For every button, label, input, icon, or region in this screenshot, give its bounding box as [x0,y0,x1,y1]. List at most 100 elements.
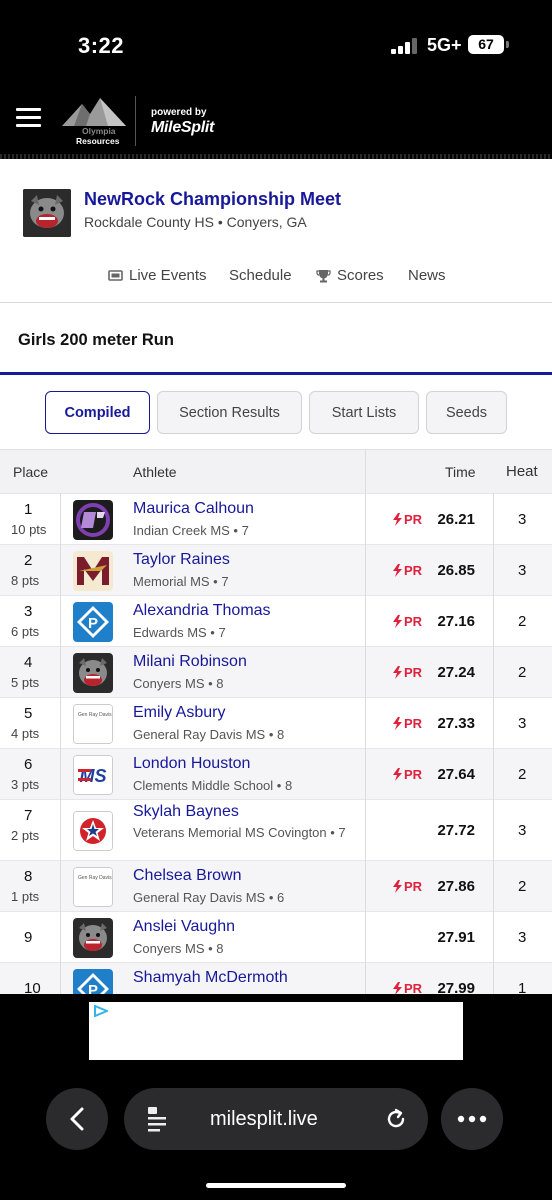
ad-choices-icon[interactable] [94,1005,108,1017]
tab-section-results[interactable]: Section Results [157,391,302,434]
lightning-icon [393,982,402,994]
ad-area [0,994,552,1066]
header-place: Place [13,464,49,480]
athlete-school: General Ray Davis MS • 8 [133,727,285,742]
athlete-name[interactable]: London Houston [133,755,250,773]
nav-scores-label: Scores [337,267,384,284]
team-points: 4 pts [11,726,40,741]
indian-creek-logo[interactable] [73,500,113,540]
clements-logo[interactable]: MS [73,755,113,795]
conyers-logo[interactable] [73,653,113,693]
team-points: 5 pts [11,675,40,690]
battery-icon: 67 [468,35,504,54]
more-icon [457,1115,487,1123]
athlete-name[interactable]: Alexandria Thomas [133,602,271,620]
table-row[interactable]: 3 6 pts P Alexandria Thomas Edwards MS • 7 PR… [0,595,552,646]
result-time: 26.21 [437,511,475,528]
tab-seeds[interactable]: Seeds [426,391,507,434]
athlete-name[interactable]: Emily Asbury [133,704,225,722]
back-button[interactable] [46,1088,108,1150]
meet-title[interactable]: NewRock Championship Meet [84,189,341,210]
memorial-logo[interactable] [73,551,113,591]
athlete-name[interactable]: Milani Robinson [133,653,247,671]
general-ray-davis-logo[interactable]: Gen Ray Davis [73,704,113,744]
table-row[interactable]: 10PShamyah McDermothEdwards MS • 7PR27.9… [0,962,552,994]
pr-badge: PR [392,563,422,578]
table-row[interactable]: 8 1 pts Gen Ray Davis Chelsea Brown General … [0,860,552,911]
lightning-icon [393,666,402,679]
heat-number: 3 [518,511,527,528]
pr-label: PR [404,767,423,782]
bulldog-icon [23,189,71,237]
trophy-icon [316,269,331,282]
place-number: 6 [24,756,33,773]
pr-badge: PR [392,981,422,994]
team-points: 3 pts [11,777,40,792]
athlete-school: Veterans Memorial MS Covington • 7 [133,825,346,840]
column-divider [60,493,61,994]
edwards-logo[interactable]: P [73,602,113,642]
tab-start-lists[interactable]: Start Lists [309,391,419,434]
event-title-underline [0,372,552,375]
table-row[interactable]: 7 2 pts Skylah Baynes Veterans Memorial MS … [0,799,552,860]
column-divider [493,493,494,994]
live-events-icon [108,269,123,281]
svg-text:P: P [88,982,98,994]
site-header: Olympia Resources powered by MileSplit [0,92,552,154]
meet-logo[interactable] [23,189,71,237]
pr-label: PR [404,512,423,527]
nav-live-events[interactable]: Live Events [108,267,207,284]
result-time: 27.99 [437,980,475,994]
reload-icon[interactable] [384,1107,408,1131]
nav-scores[interactable]: Scores [316,267,384,284]
place-number: 7 [24,807,33,824]
menu-icon[interactable] [16,108,41,128]
result-time: 27.86 [437,878,475,895]
pr-label: PR [404,716,423,731]
nav-news[interactable]: News [408,267,446,284]
edwards-logo[interactable]: P [73,969,113,994]
milesplit-logo[interactable]: MileSplit [151,119,214,137]
tab-compiled[interactable]: Compiled [45,391,150,434]
svg-text:Gen Ray Davis: Gen Ray Davis [78,712,112,718]
ad-banner[interactable] [89,1002,463,1060]
more-button[interactable] [441,1088,503,1150]
lightning-icon [393,880,402,893]
table-row[interactable]: 1 10 pts Maurica Calhoun Indian Creek MS • … [0,493,552,544]
table-row[interactable]: 5 4 pts Gen Ray Davis Emily Asbury General R… [0,697,552,748]
heat-number: 3 [518,562,527,579]
place-number: 9 [24,929,33,946]
general-ray-davis-logo[interactable]: Gen Ray Davis [73,867,113,907]
nav-live-events-label: Live Events [129,267,207,284]
nav-schedule[interactable]: Schedule [229,267,292,284]
table-row[interactable]: 9 Anslei Vaughn Conyers MS • 8 27.91 3 [0,911,552,962]
olympia-resources-logo[interactable]: Olympia Resources [60,94,128,148]
athlete-name[interactable]: Shamyah McDermoth [133,969,288,987]
meet-nav: Live Events Schedule Scores News [0,267,552,289]
event-title: Girls 200 meter Run [18,331,174,349]
athlete-school: Conyers MS • 8 [133,941,224,956]
address-bar[interactable]: milesplit.live [124,1088,428,1150]
results-tabs: Compiled Section Results Start Lists See… [0,391,552,435]
table-row[interactable]: 6 3 pts MS London Houston Clements Middle Sc… [0,748,552,799]
athlete-name[interactable]: Skylah Baynes [133,803,239,821]
athlete-name[interactable]: Chelsea Brown [133,867,242,885]
conyers-logo[interactable] [73,918,113,958]
place-number: 2 [24,552,33,569]
svg-text:Gen Ray Davis: Gen Ray Davis [78,875,112,881]
athlete-name[interactable]: Taylor Raines [133,551,230,569]
table-row[interactable]: 4 5 pts Milani Robinson Conyers MS • 8 PR 27.… [0,646,552,697]
athlete-name[interactable]: Anslei Vaughn [133,918,235,936]
athlete-name[interactable]: Maurica Calhoun [133,500,254,518]
place-number: 10 [24,980,41,994]
pr-label: PR [404,981,423,994]
page-content: NewRock Championship Meet Rockdale Count… [0,159,552,994]
veterans-memorial-logo[interactable] [73,811,113,851]
result-time: 27.16 [437,613,475,630]
result-time: 27.64 [437,766,475,783]
heat-number: 3 [518,822,527,839]
lightning-icon [393,513,402,526]
page-menu-icon[interactable] [146,1105,170,1133]
pr-label: PR [404,879,423,894]
table-row[interactable]: 2 8 pts Taylor Raines Memorial MS • 7 PR 26.8… [0,544,552,595]
